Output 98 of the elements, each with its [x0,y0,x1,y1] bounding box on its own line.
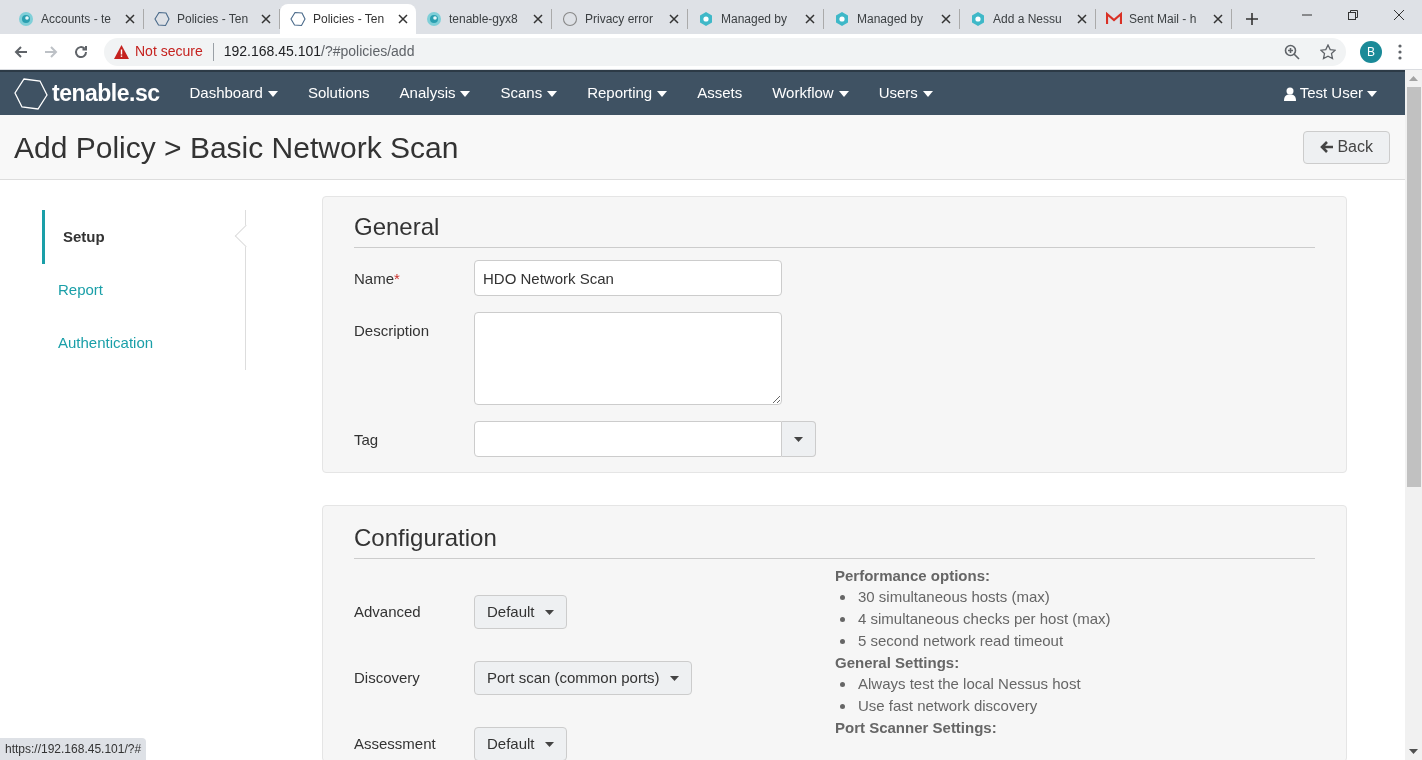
bullet-icon [840,616,845,622]
caret-icon [460,90,471,97]
hexagon-icon [154,11,170,27]
nav-item[interactable]: Analysis [399,82,471,105]
close-icon[interactable] [941,14,951,24]
user-menu[interactable]: Test User [1283,82,1377,105]
bullet-icon [840,594,845,600]
nav-item[interactable]: Reporting [587,82,668,105]
select-dropdown[interactable]: Default [474,727,567,760]
ring-icon [970,11,986,27]
warning-icon [114,44,129,59]
summary-item: 30 simultaneous hosts (max) [858,587,1050,607]
browser-tab[interactable]: Add a Nessu [960,9,1096,29]
side-nav-link[interactable]: Setup [42,210,245,264]
section-heading: General [354,209,1315,248]
new-tab-icon[interactable] [1246,13,1258,25]
nav-item[interactable]: Solutions [307,82,370,105]
summary-heading: General Settings: [835,653,961,673]
swirl-icon [18,11,34,27]
back-icon[interactable] [13,43,29,60]
close-icon[interactable] [669,14,679,24]
caret-icon [547,90,558,97]
hexagon-logo-icon [14,76,48,111]
user-name: Test User [1299,83,1363,104]
security-warning: Not secure [135,42,203,61]
caret-icon [267,90,278,97]
summary-heading: Port Scanner Settings: [835,718,998,738]
arrow-left-icon [1320,141,1334,153]
description-field[interactable] [474,312,782,405]
bullet-icon [840,638,845,644]
close-icon[interactable] [533,14,543,24]
nav-item[interactable]: Assets [697,82,743,105]
caret-icon [838,90,849,97]
browser-tab[interactable]: tenable-gyx8 [416,9,552,29]
summary-item: 5 second network read timeout [858,631,1064,651]
field-label: Description [354,321,431,341]
restore-icon[interactable] [1348,10,1358,20]
close-icon[interactable] [805,14,815,24]
close-icon[interactable] [125,14,135,24]
menu-icon[interactable] [1398,43,1402,60]
browser-tab[interactable]: Sent Mail - h [1096,9,1232,29]
close-icon[interactable] [261,14,271,24]
summary-heading: Performance options: [835,566,992,586]
browser-tab[interactable]: Managed by [688,9,824,29]
ring-icon [834,11,850,27]
field-label: Advanced [354,601,422,622]
back-button[interactable]: Back [1303,130,1390,164]
nav-item[interactable]: Users [878,82,933,105]
bullet-icon [840,681,845,687]
caret-icon [922,90,933,97]
close-icon[interactable] [1213,14,1223,24]
required-mark: * [394,269,400,289]
circle-icon [562,11,578,27]
address-bar[interactable]: Not secure 192.168.45.101/?#policies/add [104,37,1346,66]
bullet-icon [840,703,845,709]
page-title: Add Policy > Basic Network Scan [14,129,459,166]
user-icon [1283,86,1296,101]
status-url: https://192.168.45.101/?# [0,738,147,760]
nav-item[interactable]: Scans [500,82,558,105]
select-dropdown[interactable]: Port scan (common ports) [474,661,692,695]
url-text: 192.168.45.101/?#policies/add [223,42,415,61]
field-label: Tag [354,430,380,450]
field-label: Name [354,269,394,289]
browser-tab[interactable]: Accounts - te [8,9,144,29]
scroll-down-icon[interactable] [1409,749,1418,754]
caret-icon [657,90,668,97]
browser-tab[interactable]: Policies - Ten [280,4,416,34]
tag-field[interactable] [474,421,782,457]
close-icon[interactable] [398,14,408,24]
scrollbar[interactable] [1405,70,1422,760]
nav-item[interactable]: Dashboard [189,82,278,105]
ring-icon [698,11,714,27]
mail-icon [1106,11,1122,27]
star-icon[interactable] [1320,43,1336,60]
close-icon[interactable] [1077,14,1087,24]
logo-text[interactable]: tenable.sc [52,76,160,111]
field-label: Discovery [354,667,421,688]
nav-item[interactable]: Workflow [772,82,849,105]
summary-item: Always test the local Nessus host [858,674,1081,694]
zoom-icon[interactable] [1284,43,1300,60]
browser-tab[interactable]: Managed by [824,9,960,29]
caret-icon [1367,90,1377,97]
caret-icon [669,675,679,681]
caret-icon [544,609,554,615]
name-field[interactable]: HDO Network Scan [474,260,782,296]
caret-icon [544,741,554,747]
caret-icon [794,436,803,442]
browser-tab[interactable]: Privacy error [552,9,688,29]
swirl-icon [426,11,442,27]
reload-icon[interactable] [73,43,89,60]
profile-avatar[interactable]: B [1360,40,1382,63]
field-label: Assessment [354,733,437,754]
close-icon[interactable] [1394,10,1404,20]
section-heading: Configuration [354,520,1315,559]
hexagon-icon [290,11,306,27]
summary-item: Use fast network discovery [858,696,1038,716]
select-dropdown[interactable]: Default [474,595,567,629]
summary-item: 4 simultaneous checks per host (max) [858,609,1111,629]
